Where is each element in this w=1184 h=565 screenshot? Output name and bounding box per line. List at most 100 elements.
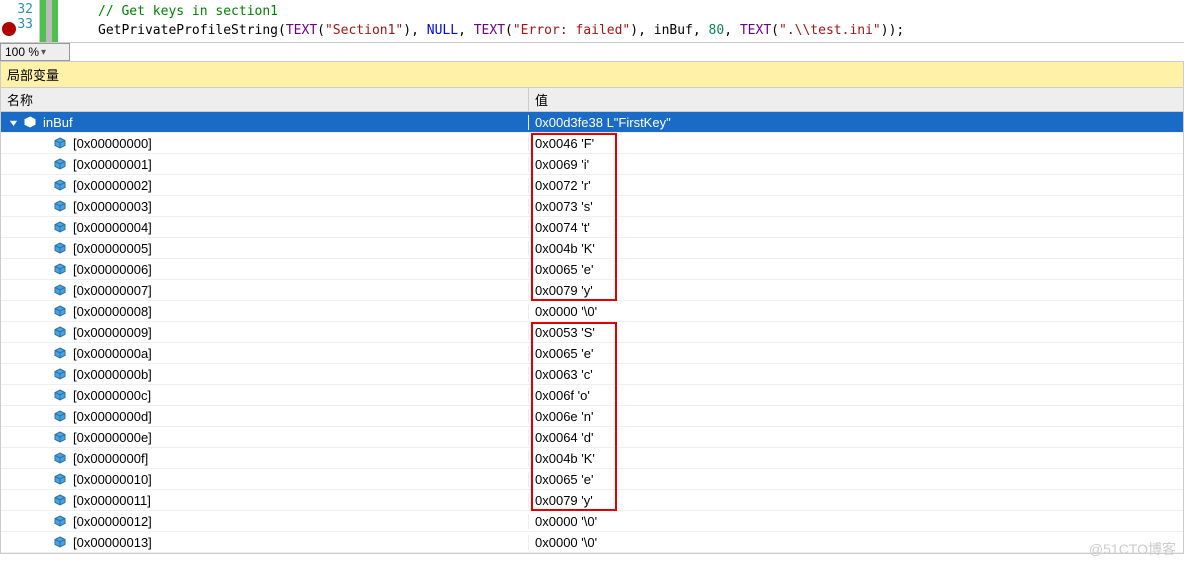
variable-icon: [53, 388, 67, 402]
var-value: 0x006f 'o': [529, 386, 1183, 405]
table-row[interactable]: [0x00000009]0x0053 'S': [1, 322, 1183, 343]
expander-placeholder: [37, 347, 49, 359]
expander-placeholder: [37, 494, 49, 506]
var-index: [0x00000007]: [73, 283, 152, 298]
table-row[interactable]: [0x0000000a]0x0065 'e': [1, 343, 1183, 364]
expander-placeholder: [37, 263, 49, 275]
var-index: [0x00000008]: [73, 304, 152, 319]
expander-open-icon[interactable]: [7, 116, 19, 128]
expander-placeholder: [37, 305, 49, 317]
variable-icon: [53, 178, 67, 192]
var-value: 0x0000 '\0': [529, 302, 1183, 321]
watermark: @51CTO博客: [1089, 539, 1176, 559]
var-index: [0x00000010]: [73, 472, 152, 487]
table-row[interactable]: [0x0000000d] 0x006e 'n': [1, 406, 1183, 427]
code-macro: TEXT: [740, 23, 771, 38]
table-row-root[interactable]: inBuf 0x00d3fe38 L"FirstKey": [1, 112, 1183, 133]
expander-placeholder: [37, 431, 49, 443]
table-row[interactable]: [0x00000002]0x0072 'r': [1, 175, 1183, 196]
var-value: 0x004b 'K': [529, 239, 1183, 258]
expander-placeholder: [37, 368, 49, 380]
code-num: 80: [709, 23, 725, 38]
zoom-dropdown[interactable]: 100 % ▾: [0, 43, 70, 61]
table-row[interactable]: [0x00000013] 0x0000 '\0': [1, 532, 1183, 553]
locals-grid[interactable]: 名称 值 inBuf 0x00d3fe38 L"FirstKey" [0x000…: [0, 88, 1184, 554]
var-index: [0x00000004]: [73, 220, 152, 235]
variable-icon: [53, 535, 67, 549]
code-string: "Section1": [325, 23, 403, 38]
var-index: [0x00000006]: [73, 262, 152, 277]
grid-header: 名称 值: [1, 88, 1183, 112]
var-value: 0x0000 '\0': [529, 512, 1183, 531]
table-row[interactable]: [0x0000000b]0x0063 'c': [1, 364, 1183, 385]
var-value: 0x0073 's': [529, 197, 1183, 216]
chevron-down-icon: ▾: [41, 47, 46, 58]
variable-icon: [53, 283, 67, 297]
column-value-header[interactable]: 值: [529, 88, 1183, 111]
var-index: [0x00000013]: [73, 535, 152, 550]
variable-icon: [53, 325, 67, 339]
var-value: 0x0069 'i': [529, 155, 1183, 174]
variable-icon: [53, 451, 67, 465]
var-index: [0x00000011]: [73, 493, 151, 508]
var-value: 0x006e 'n': [529, 407, 1183, 426]
table-row[interactable]: [0x0000000c] 0x006f 'o': [1, 385, 1183, 406]
expander-placeholder: [37, 200, 49, 212]
variable-icon: [53, 262, 67, 276]
var-index: [0x00000001]: [73, 157, 152, 172]
table-row[interactable]: [0x00000004] 0x0074 't': [1, 217, 1183, 238]
variable-icon: [53, 220, 67, 234]
var-value: 0x0053 'S': [529, 323, 1183, 342]
variable-icon: [53, 472, 67, 486]
variable-icon: [53, 241, 67, 255]
code-string: ".\\test.ini": [779, 23, 881, 38]
code-null: NULL: [427, 23, 458, 38]
expander-placeholder: [37, 410, 49, 422]
table-row[interactable]: [0x00000012] 0x0000 '\0': [1, 511, 1183, 532]
table-row[interactable]: [0x00000008] 0x0000 '\0': [1, 301, 1183, 322]
table-row[interactable]: [0x0000000f] 0x004b 'K': [1, 448, 1183, 469]
table-row[interactable]: [0x00000003]0x0073 's': [1, 196, 1183, 217]
var-index: [0x0000000b]: [73, 367, 152, 382]
panel-title: 局部变量: [0, 61, 1184, 88]
table-row[interactable]: [0x00000005]0x004b 'K': [1, 238, 1183, 259]
var-index: [0x00000002]: [73, 178, 152, 193]
code-id: inBuf: [654, 23, 693, 38]
code-string: "Error: failed": [513, 23, 630, 38]
variable-icon: [53, 199, 67, 213]
table-row[interactable]: [0x00000000]0x0046 'F': [1, 133, 1183, 154]
expander-placeholder: [37, 536, 49, 548]
table-row[interactable]: [0x00000010] 0x0065 'e': [1, 469, 1183, 490]
var-index: [0x0000000f]: [73, 451, 148, 466]
zoom-value: 100 %: [5, 45, 39, 59]
expander-placeholder: [37, 284, 49, 296]
var-index: [0x0000000c]: [73, 388, 151, 403]
var-value: 0x0079 'y': [529, 281, 1183, 300]
expander-placeholder: [37, 179, 49, 191]
var-value: 0x0074 't': [529, 218, 1183, 237]
code-macro: TEXT: [286, 23, 317, 38]
variable-icon: [23, 115, 37, 129]
var-index: [0x00000012]: [73, 514, 152, 529]
table-row[interactable]: [0x00000001] 0x0069 'i': [1, 154, 1183, 175]
var-value: 0x0064 'd': [529, 428, 1183, 447]
table-row[interactable]: [0x00000007] 0x0079 'y': [1, 280, 1183, 301]
table-row[interactable]: [0x0000000e]0x0064 'd': [1, 427, 1183, 448]
var-value: 0x0065 'e': [529, 344, 1183, 363]
var-value: 0x0065 'e': [529, 470, 1183, 489]
var-name: inBuf: [43, 115, 73, 130]
code-comment: // Get keys in section1: [98, 4, 278, 19]
code-editor[interactable]: 32 33 // Get keys in section1 GetPrivate…: [0, 0, 1184, 43]
column-name-header[interactable]: 名称: [1, 88, 529, 111]
var-value: 0x0065 'e': [529, 260, 1183, 279]
var-value: 0x0000 '\0': [529, 533, 1183, 552]
breakpoint-icon[interactable]: [2, 22, 16, 36]
var-value: 0x004b 'K': [529, 449, 1183, 468]
var-index: [0x00000000]: [73, 136, 152, 151]
table-row[interactable]: [0x00000011]0x0079 'y': [1, 490, 1183, 511]
code-lines[interactable]: // Get keys in section1 GetPrivateProfil…: [58, 0, 1184, 42]
variable-icon: [53, 157, 67, 171]
var-index: [0x0000000d]: [73, 409, 152, 424]
expander-placeholder: [37, 389, 49, 401]
table-row[interactable]: [0x00000006] 0x0065 'e': [1, 259, 1183, 280]
